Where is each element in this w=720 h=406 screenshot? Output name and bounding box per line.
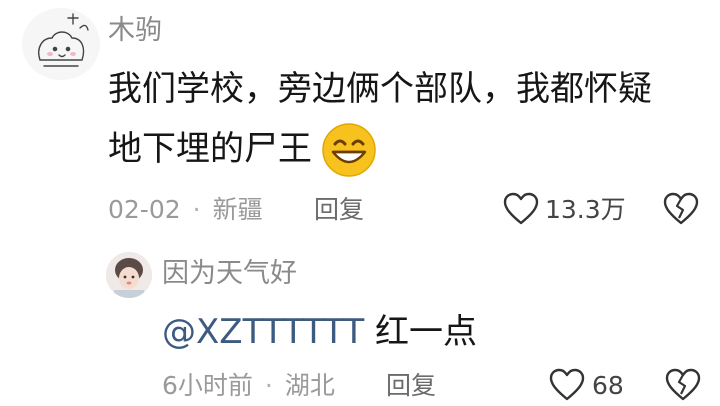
avatar[interactable] [22,8,100,80]
like-heart-icon[interactable] [548,368,586,402]
reply-username[interactable]: 因为天气好 [162,260,297,287]
comment-reply-button[interactable]: 回复 [314,197,364,222]
doodle-avatar-icon [22,8,100,80]
comment-text-line2: 地下埋的尸王 [108,129,312,169]
dislike-broken-heart-icon[interactable] [662,192,700,226]
meta-separator: · [192,195,201,224]
meta-separator: · [264,371,273,400]
comment-text-line1: 我们学校，旁边俩个部队，我都怀疑 [108,69,652,109]
comment-like-count: 13.3万 [545,195,626,224]
reply-like-count: 68 [592,371,624,400]
comment-date: 02-02 [108,195,181,224]
reply-time: 6小时前 [162,371,253,400]
photo-avatar-icon [106,252,152,298]
reply-body: 红一点 [375,312,478,352]
reply-mention-link[interactable]: @XZTTTTTT [162,312,364,352]
comment-username[interactable]: 木驹 [108,17,162,44]
reply-reply-button[interactable]: 回复 [386,373,436,398]
grinning-face-icon [321,122,377,178]
dislike-broken-heart-icon[interactable] [664,368,702,402]
comment-location: 新疆 [212,195,263,224]
reply-meta: 6小时前 · 湖北 [162,373,335,398]
like-heart-icon[interactable] [502,192,540,226]
reply-avatar[interactable] [106,252,152,298]
reply-location: 湖北 [284,371,335,400]
comment-meta: 02-02 · 新疆 [108,197,263,222]
reply-text: @XZTTTTTT 红一点 [162,315,477,349]
reply-spacer [364,312,375,352]
